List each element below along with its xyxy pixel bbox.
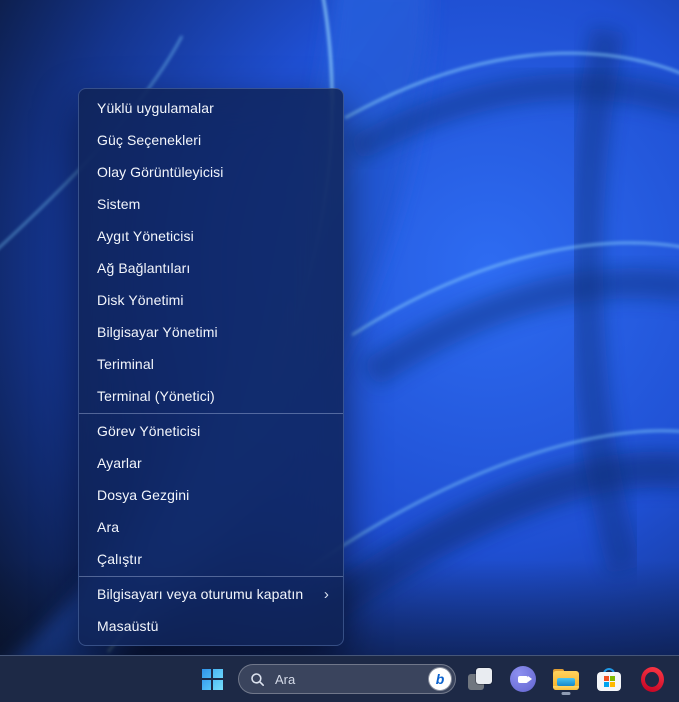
menu-item-label: Bilgisayar Yönetimi xyxy=(97,324,218,340)
menu-item-run[interactable]: Çalıştır xyxy=(79,543,343,575)
menu-item-label: Güç Seçenekleri xyxy=(97,132,202,148)
taskbar: b xyxy=(0,655,679,702)
menu-item-system[interactable]: Sistem xyxy=(79,188,343,220)
store-bag-icon xyxy=(597,667,621,691)
menu-separator xyxy=(79,413,343,414)
menu-item-label: Aygıt Yöneticisi xyxy=(97,228,194,244)
menu-item-label: Terminal (Yönetici) xyxy=(97,388,215,404)
menu-item-terminal-admin[interactable]: Terminal (Yönetici) xyxy=(79,380,343,412)
opera-icon xyxy=(640,666,664,692)
menu-item-label: Olay Görüntüleyicisi xyxy=(97,164,224,180)
menu-item-event-viewer[interactable]: Olay Görüntüleyicisi xyxy=(79,156,343,188)
task-view-button[interactable] xyxy=(464,662,496,696)
menu-item-label: Disk Yönetimi xyxy=(97,292,184,308)
menu-item-label: Masaüstü xyxy=(97,618,159,634)
chat-button[interactable] xyxy=(507,662,539,696)
menu-item-disk-management[interactable]: Disk Yönetimi xyxy=(79,284,343,316)
start-button[interactable] xyxy=(196,662,228,696)
menu-item-label: Ağ Bağlantıları xyxy=(97,260,191,276)
menu-item-file-explorer[interactable]: Dosya Gezgini xyxy=(79,479,343,511)
bing-icon[interactable]: b xyxy=(429,668,451,690)
menu-item-settings[interactable]: Ayarlar xyxy=(79,447,343,479)
task-view-icon xyxy=(468,668,492,690)
menu-item-label: Dosya Gezgini xyxy=(97,487,190,503)
menu-item-installed-apps[interactable]: Yüklü uygulamalar xyxy=(79,92,343,124)
chat-video-icon xyxy=(510,666,536,692)
taskbar-center-group: b xyxy=(196,656,668,702)
microsoft-store-button[interactable] xyxy=(593,662,625,696)
menu-item-label: Ayarlar xyxy=(97,455,142,471)
menu-separator xyxy=(79,576,343,577)
submenu-chevron-icon: › xyxy=(323,585,329,603)
folder-icon xyxy=(553,668,579,690)
menu-item-search[interactable]: Ara xyxy=(79,511,343,543)
opera-browser-button[interactable] xyxy=(636,662,668,696)
menu-item-task-manager[interactable]: Görev Yöneticisi xyxy=(79,415,343,447)
search-input[interactable] xyxy=(273,670,429,688)
winx-context-menu: Yüklü uygulamalar Güç Seçenekleri Olay G… xyxy=(78,88,344,646)
menu-item-computer-management[interactable]: Bilgisayar Yönetimi xyxy=(79,316,343,348)
menu-item-power-options[interactable]: Güç Seçenekleri xyxy=(79,124,343,156)
running-app-indicator xyxy=(561,692,571,695)
menu-item-label: Sistem xyxy=(97,196,141,212)
menu-item-label: Görev Yöneticisi xyxy=(97,423,201,439)
taskbar-search-box[interactable]: b xyxy=(238,664,456,694)
menu-item-label: Yüklü uygulamalar xyxy=(97,100,214,116)
search-icon xyxy=(251,672,264,686)
menu-item-desktop[interactable]: Masaüstü xyxy=(79,610,343,642)
windows-logo-icon xyxy=(201,668,223,690)
file-explorer-button[interactable] xyxy=(550,662,582,696)
menu-item-label: Teriminal xyxy=(97,356,154,372)
menu-item-label: Ara xyxy=(97,519,120,535)
menu-item-device-manager[interactable]: Aygıt Yöneticisi xyxy=(79,220,343,252)
menu-item-terminal[interactable]: Teriminal xyxy=(79,348,343,380)
menu-item-shutdown-or-signout[interactable]: Bilgisayarı veya oturumu kapatın › xyxy=(79,578,343,610)
menu-item-label: Bilgisayarı veya oturumu kapatın xyxy=(97,586,304,602)
menu-item-label: Çalıştır xyxy=(97,551,143,567)
menu-item-network-connections[interactable]: Ağ Bağlantıları xyxy=(79,252,343,284)
